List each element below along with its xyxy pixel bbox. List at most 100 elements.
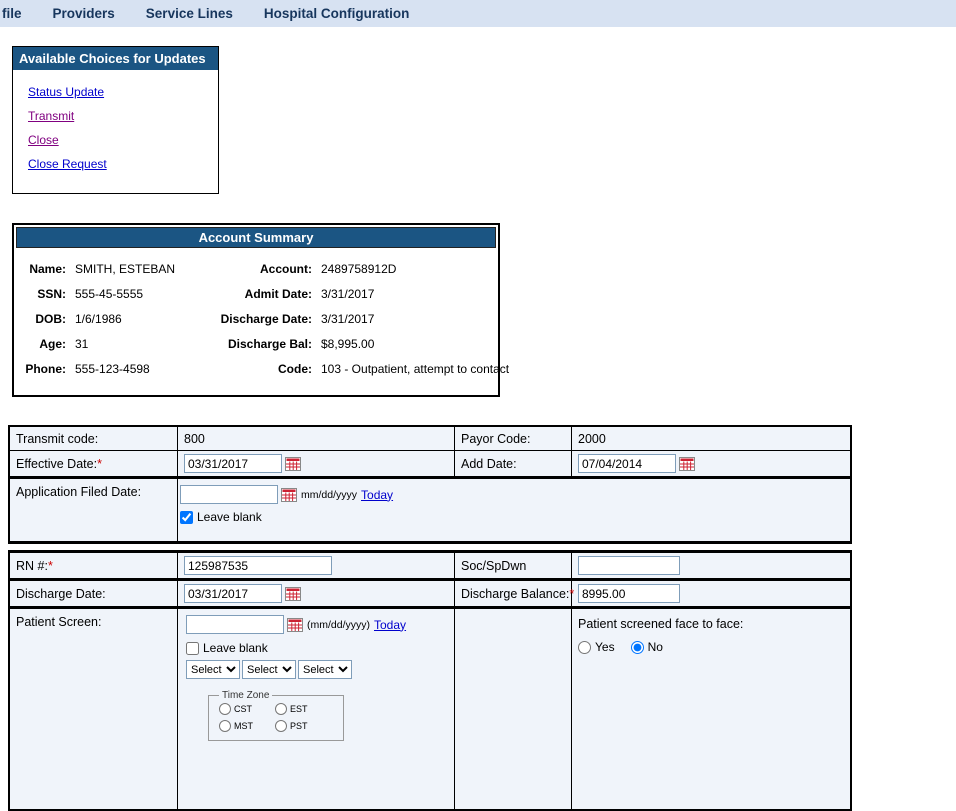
discharge-date-label-cell: Discharge Date:: [10, 581, 178, 606]
application-filed-leave-blank-label: Leave blank: [197, 510, 262, 524]
soc-input[interactable]: [578, 556, 680, 575]
patient-screen-leave-blank: Leave blank: [186, 641, 268, 655]
dob-label: DOB:: [18, 307, 66, 332]
timezone-cst-radio[interactable]: [219, 703, 231, 715]
discharge-balance-label-cell: Discharge Balance:*: [455, 581, 572, 606]
patient-screen-select-3[interactable]: Select: [298, 660, 352, 679]
timezone-est-label: EST: [290, 704, 308, 714]
patient-screen-date-format-hint: (mm/dd/yyyy): [307, 619, 370, 631]
patient-screened-no-radio[interactable]: [631, 641, 644, 654]
patient-screen-select-1[interactable]: Select: [186, 660, 240, 679]
application-filed-leave-blank-checkbox[interactable]: [180, 511, 193, 524]
patient-screened-no-label: No: [648, 640, 663, 654]
rn-required-asterisk: *: [48, 559, 53, 573]
discharge-date-input[interactable]: [184, 584, 282, 603]
link-close[interactable]: Close: [28, 133, 59, 147]
admit-date-label: Admit Date:: [216, 282, 312, 307]
code-label: Code:: [216, 357, 312, 382]
patient-screened-no-option: No: [631, 640, 663, 654]
patient-screen-leave-blank-checkbox[interactable]: [186, 642, 199, 655]
summary-row-ssn-admit: SSN: 555-45-5555 Admit Date: 3/31/2017: [18, 282, 492, 307]
transmit-code-label-cell: Transmit code:: [10, 427, 178, 450]
patient-screen-calendar-icon[interactable]: [287, 618, 303, 632]
form-row-effective-add-date: Effective Date:* Add Date:: [10, 451, 850, 479]
nav-item-providers[interactable]: Providers: [53, 6, 115, 21]
add-date-input[interactable]: [578, 454, 676, 473]
name-value: SMITH, ESTEBAN: [75, 257, 207, 282]
soc-label: Soc/SpDwn: [461, 559, 526, 573]
discharge-balance-input[interactable]: [578, 584, 680, 603]
form-row-discharge: Discharge Date: Discharge Balance:*: [10, 581, 850, 609]
available-choices-title: Available Choices for Updates: [13, 47, 218, 70]
admit-date-value: 3/31/2017: [321, 282, 492, 307]
phone-label: Phone:: [18, 357, 66, 382]
summary-row-name-account: Name: SMITH, ESTEBAN Account: 2489758912…: [18, 257, 492, 282]
discharge-bal-value: $8,995.00: [321, 332, 492, 357]
summary-row-dob-discharge-date: DOB: 1/6/1986 Discharge Date: 3/31/2017: [18, 307, 492, 332]
account-summary-box: Account Summary Name: SMITH, ESTEBAN Acc…: [12, 223, 500, 397]
application-filed-label: Application Filed Date:: [16, 485, 141, 499]
add-date-label-cell: Add Date:: [455, 451, 572, 476]
account-summary-grid: Name: SMITH, ESTEBAN Account: 2489758912…: [14, 248, 498, 395]
timezone-option-cst: CST: [219, 703, 275, 715]
patient-screen-selects: Select Select Select: [186, 660, 352, 679]
patient-screen-content-cell: (mm/dd/yyyy) Today Leave blank Select Se…: [178, 609, 455, 809]
timezone-mst-radio[interactable]: [219, 720, 231, 732]
add-date-calendar-icon[interactable]: [679, 457, 695, 471]
time-zone-fieldset: Time Zone CST EST MST: [208, 690, 344, 741]
application-filed-calendar-icon[interactable]: [281, 488, 297, 502]
summary-discharge-date-value: 3/31/2017: [321, 307, 492, 332]
application-filed-date-input[interactable]: [180, 485, 278, 504]
nav-item-hospital-configuration[interactable]: Hospital Configuration: [264, 6, 410, 21]
form-row-patient-screen: Patient Screen: (mm/dd/yyyy) Today Leave…: [10, 609, 850, 809]
ssn-label: SSN:: [18, 282, 66, 307]
link-status-update[interactable]: Status Update: [28, 85, 104, 99]
link-transmit[interactable]: Transmit: [28, 109, 74, 123]
rn-input[interactable]: [184, 556, 332, 575]
transmit-code-label: Transmit code:: [16, 432, 98, 446]
account-summary-title: Account Summary: [16, 227, 496, 248]
effective-date-input[interactable]: [184, 454, 282, 473]
patient-screened-options: Yes No: [578, 640, 663, 654]
discharge-balance-label: Discharge Balance:: [461, 587, 569, 601]
patient-screen-empty-cell: [455, 609, 572, 809]
form-row-transmit-payor: Transmit code: 800 Payor Code: 2000: [10, 427, 850, 451]
patient-screen-date-input[interactable]: [186, 615, 284, 634]
summary-row-age-discharge-bal: Age: 31 Discharge Bal: $8,995.00: [18, 332, 492, 357]
nav-item-file[interactable]: file: [2, 6, 22, 21]
patient-screen-today-link[interactable]: Today: [374, 618, 406, 632]
rn-input-cell: [178, 553, 455, 578]
ssn-value: 555-45-5555: [75, 282, 207, 307]
nav-item-service-lines[interactable]: Service Lines: [146, 6, 233, 21]
effective-date-input-cell: [178, 451, 455, 476]
code-value: 103 - Outpatient, attempt to contact: [321, 357, 509, 382]
age-value: 31: [75, 332, 207, 357]
timezone-option-est: EST: [275, 703, 331, 715]
name-label: Name:: [18, 257, 66, 282]
payor-code-label: Payor Code:: [461, 432, 530, 446]
application-filed-today-link[interactable]: Today: [361, 488, 393, 502]
discharge-date-calendar-icon[interactable]: [285, 587, 301, 601]
form-row-application-filed: Application Filed Date: mm/dd/yyyy Today…: [10, 479, 850, 541]
effective-date-label-cell: Effective Date:*: [10, 451, 178, 476]
timezone-pst-radio[interactable]: [275, 720, 287, 732]
age-label: Age:: [18, 332, 66, 357]
soc-input-cell: [572, 553, 850, 578]
summary-discharge-date-label: Discharge Date:: [216, 307, 312, 332]
patient-screened-yes-label: Yes: [595, 640, 615, 654]
available-choices-links: Status Update Transmit Close Close Reque…: [13, 70, 218, 193]
effective-date-required-asterisk: *: [97, 457, 102, 471]
account-value: 2489758912D: [321, 257, 492, 282]
link-close-request[interactable]: Close Request: [28, 157, 107, 171]
timezone-option-mst: MST: [219, 720, 275, 732]
payor-code-label-cell: Payor Code:: [455, 427, 572, 450]
payor-code-value: 2000: [578, 432, 606, 446]
effective-date-calendar-icon[interactable]: [285, 457, 301, 471]
timezone-est-radio[interactable]: [275, 703, 287, 715]
patient-screened-yes-radio[interactable]: [578, 641, 591, 654]
add-date-input-cell: [572, 451, 850, 476]
discharge-date-input-cell: [178, 581, 455, 606]
form-table-top: Transmit code: 800 Payor Code: 2000 Effe…: [8, 425, 852, 544]
patient-screen-select-2[interactable]: Select: [242, 660, 296, 679]
available-choices-box: Available Choices for Updates Status Upd…: [12, 46, 219, 194]
